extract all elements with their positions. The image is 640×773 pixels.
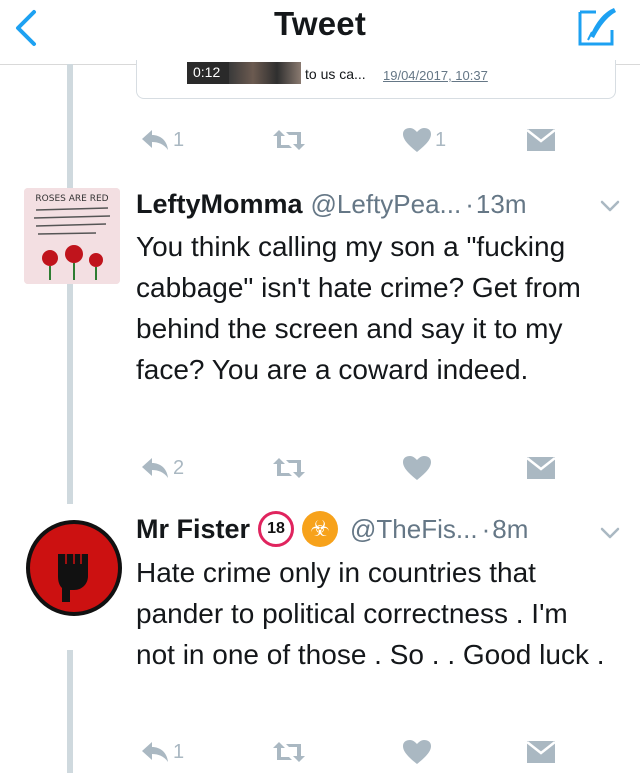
message-button[interactable] — [526, 734, 556, 770]
tweet-text: Hate crime only in countries that pander… — [136, 557, 605, 670]
separator-dot: · — [481, 513, 491, 544]
message-button[interactable] — [526, 122, 556, 158]
display-name[interactable]: Mr Fister — [136, 514, 250, 545]
reply-count: 1 — [173, 128, 185, 151]
reply-icon — [142, 130, 168, 150]
like-button[interactable]: 1 — [402, 122, 446, 158]
reply-button[interactable]: 1 — [140, 734, 184, 770]
envelope-icon — [526, 457, 556, 479]
svg-text:ROSES ARE RED: ROSES ARE RED — [35, 194, 108, 204]
tweet-actions: 2 — [136, 450, 566, 486]
card-date[interactable]: 19/04/2017, 10:37 — [383, 68, 488, 83]
timestamp: 13m — [475, 188, 527, 219]
biohazard-icon: ☣ — [302, 511, 339, 547]
reply-button[interactable]: 2 — [140, 450, 184, 486]
reply-icon — [142, 742, 168, 762]
page-title: Tweet — [273, 5, 367, 42]
avatar[interactable] — [26, 520, 122, 616]
display-name[interactable]: LeftyMomma — [136, 189, 303, 220]
envelope-icon — [526, 741, 556, 763]
tweet-actions: 1 1 — [136, 122, 566, 158]
heart-icon — [403, 128, 431, 152]
reply-button[interactable]: 1 — [140, 122, 184, 158]
timestamp: 8m — [492, 513, 529, 544]
media-card[interactable]: 0:12 to us ca... 19/04/2017, 10:37 — [136, 60, 616, 99]
chevron-down-icon[interactable] — [598, 521, 622, 545]
retweet-icon — [273, 130, 305, 150]
thread-line — [67, 650, 73, 773]
video-frame — [229, 62, 301, 84]
thread-line — [67, 64, 73, 504]
retweet-icon — [273, 458, 305, 478]
nav-bar: Tweet — [0, 0, 640, 65]
user-handle[interactable]: @TheFis... — [350, 514, 478, 545]
no-under-18-icon: 18 — [258, 511, 295, 547]
video-thumbnail[interactable]: 0:12 — [187, 62, 301, 84]
retweet-button[interactable] — [272, 734, 306, 770]
separator-dot: · — [465, 188, 474, 219]
compose-tweet-icon[interactable] — [574, 4, 620, 50]
chevron-down-icon[interactable] — [598, 194, 622, 218]
reply-icon — [142, 458, 168, 478]
raised-fist-icon — [58, 554, 88, 602]
video-duration: 0:12 — [193, 64, 221, 80]
card-text: to us ca... — [305, 66, 366, 82]
message-button[interactable] — [526, 450, 556, 486]
tweet-actions: 1 — [136, 734, 566, 770]
reply-count: 1 — [173, 740, 185, 763]
tweet-text: You think calling my son a "fucking cabb… — [136, 231, 581, 385]
user-handle[interactable]: @LeftyPea... — [311, 189, 462, 220]
heart-icon — [403, 456, 431, 480]
retweet-button[interactable] — [272, 450, 306, 486]
tweet-header: Mr Fister 18 ☣ @TheFis... · 8m — [136, 511, 528, 547]
like-button[interactable] — [402, 450, 432, 486]
tweet-header: LeftyMomma @LeftyPea... · 13m — [136, 186, 526, 222]
reply-count: 2 — [173, 456, 185, 479]
retweet-button[interactable] — [272, 122, 306, 158]
envelope-icon — [526, 129, 556, 151]
heart-icon — [403, 740, 431, 764]
retweet-icon — [273, 742, 305, 762]
roses-avatar-image: ROSES ARE RED — [24, 188, 120, 284]
avatar[interactable]: ROSES ARE RED — [24, 188, 120, 284]
like-count: 1 — [435, 128, 447, 151]
like-button[interactable] — [402, 734, 432, 770]
